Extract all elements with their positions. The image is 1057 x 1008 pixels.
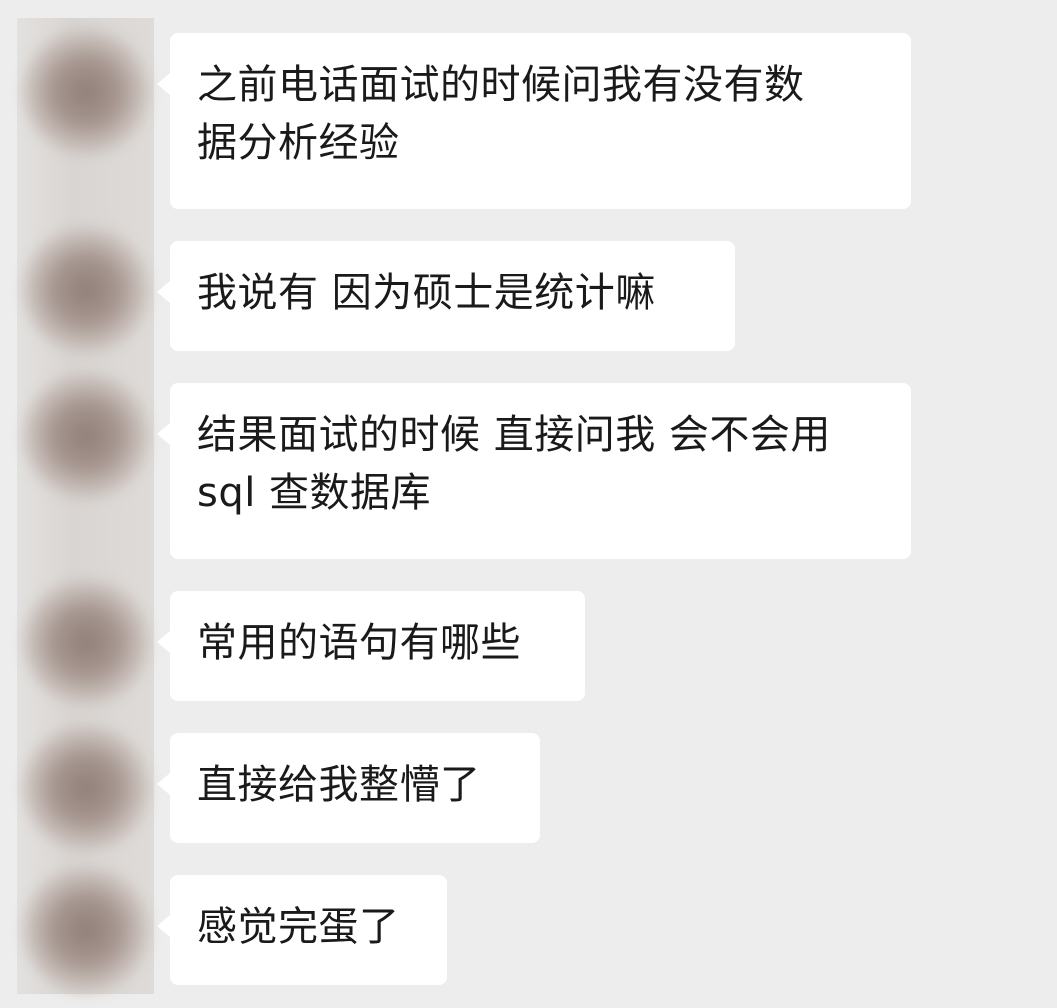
chat-bubble[interactable]: 结果面试的时候 直接问我 会不会用 sql 查数据库 bbox=[157, 383, 911, 559]
avatar-icon[interactable] bbox=[22, 866, 150, 994]
chat-bubble[interactable]: 常用的语句有哪些 bbox=[157, 591, 585, 701]
message-text: 结果面试的时候 直接问我 会不会用 sql 查数据库 bbox=[197, 412, 831, 516]
chat-bubble[interactable]: 感觉完蛋了 bbox=[157, 875, 447, 985]
avatar-icon[interactable] bbox=[22, 28, 150, 156]
message-text: 感觉完蛋了 bbox=[197, 904, 400, 950]
message-text: 直接给我整懵了 bbox=[197, 762, 481, 808]
message-text: 我说有 因为硕士是统计嘛 bbox=[197, 270, 656, 316]
message-text: 常用的语句有哪些 bbox=[197, 620, 521, 666]
avatar-icon[interactable] bbox=[22, 724, 150, 852]
avatar-icon[interactable] bbox=[22, 226, 150, 354]
avatar-icon[interactable] bbox=[22, 578, 150, 706]
chat-bubble[interactable]: 之前电话面试的时候问我有没有数 据分析经验 bbox=[157, 33, 911, 209]
avatar-icon[interactable] bbox=[22, 372, 150, 500]
chat-bubble[interactable]: 我说有 因为硕士是统计嘛 bbox=[157, 241, 735, 351]
message-text: 之前电话面试的时候问我有没有数 据分析经验 bbox=[197, 62, 805, 166]
chat-bubble[interactable]: 直接给我整懵了 bbox=[157, 733, 540, 843]
